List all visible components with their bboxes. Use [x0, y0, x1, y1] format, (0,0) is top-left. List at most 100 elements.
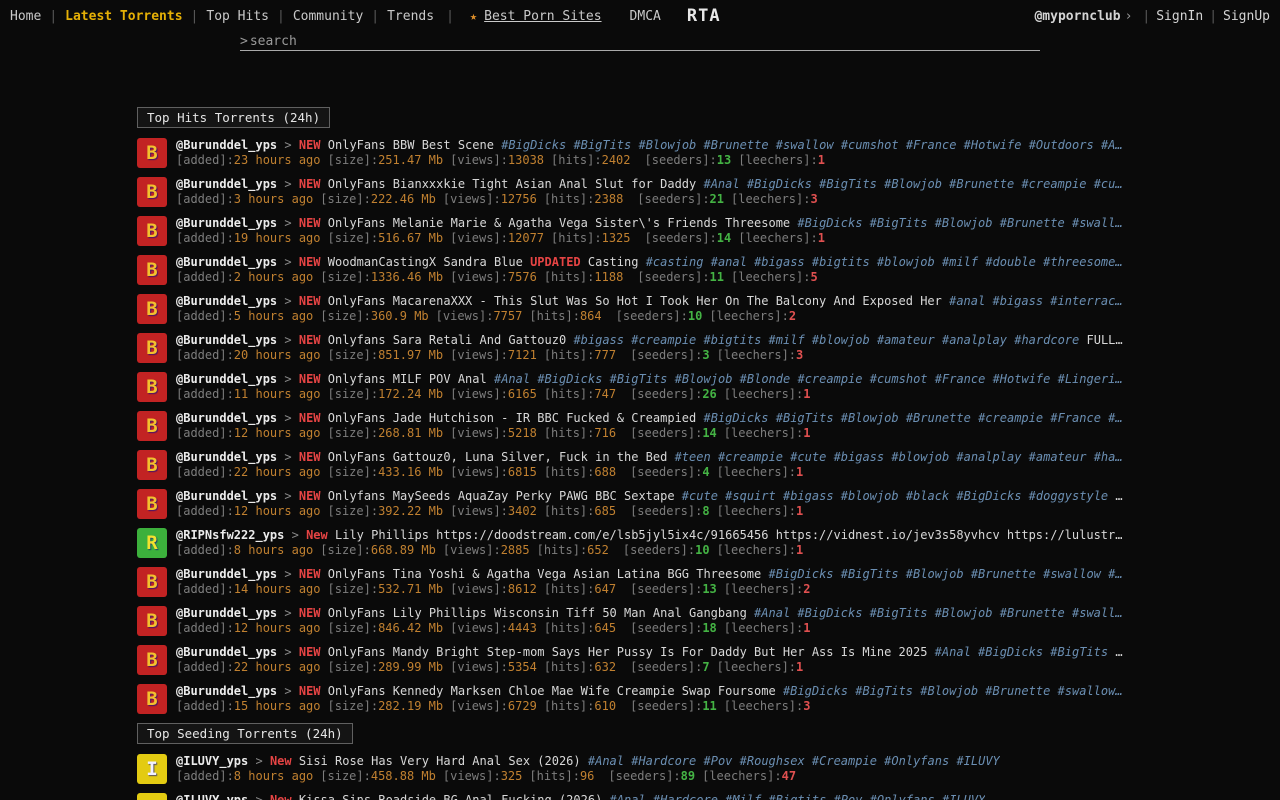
tag-link[interactable]: #analplay — [956, 450, 1021, 464]
uploader-avatar[interactable]: B — [137, 450, 167, 480]
uploader-link[interactable]: @Burunddel_yps — [176, 567, 277, 581]
tag-link[interactable]: #BigDicks — [537, 372, 602, 386]
tag-link[interactable]: #creampie — [631, 333, 696, 347]
tag-link[interactable]: #Blowjob — [935, 606, 993, 620]
tag-link[interactable]: #casting — [646, 255, 704, 269]
uploader-link[interactable]: @Burunddel_yps — [176, 645, 277, 659]
tag-link[interactable]: #swall… — [1072, 606, 1123, 620]
uploader-link[interactable]: @Burunddel_yps — [176, 177, 277, 191]
tag-link[interactable]: #creampie — [797, 372, 862, 386]
tag-link[interactable]: #Blowjob — [920, 684, 978, 698]
tag-link[interactable]: #BigTits — [819, 177, 877, 191]
tag-link[interactable]: #… — [1108, 567, 1122, 581]
tag-link[interactable]: #bigtits — [812, 255, 870, 269]
rta-logo[interactable]: RTA — [687, 6, 721, 26]
tag-link[interactable]: #BigTits — [870, 216, 928, 230]
tag-link[interactable]: #Milf — [725, 793, 761, 800]
tag-link[interactable]: #blowjob — [841, 489, 899, 503]
uploader-link[interactable]: @Burunddel_yps — [176, 372, 277, 386]
torrent-title-link[interactable]: OnlyFans Kennedy Marksen Chloe Mae Wife … — [328, 684, 776, 698]
torrent-title-link[interactable]: Onlyfans MILF POV Anal — [328, 372, 487, 386]
tag-link[interactable]: #Onlyfans — [884, 754, 949, 768]
tag-link[interactable]: #France — [935, 372, 986, 386]
torrent-title-link[interactable]: Onlyfans MaySeeds AquaZay Perky PAWG BBC… — [328, 489, 675, 503]
uploader-link[interactable]: @Burunddel_yps — [176, 138, 277, 152]
uploader-link[interactable]: @Burunddel_yps — [176, 606, 277, 620]
tag-link[interactable]: #… — [1108, 411, 1122, 425]
tag-link[interactable]: #Blowjob — [638, 138, 696, 152]
tag-link[interactable]: #Bigtits — [769, 793, 827, 800]
uploader-avatar[interactable]: I — [137, 793, 167, 800]
tag-link[interactable]: #threesome… — [1043, 255, 1122, 269]
tag-link[interactable]: #cute — [790, 450, 826, 464]
uploader-avatar[interactable]: B — [137, 255, 167, 285]
tag-link[interactable]: #Brunette — [1000, 216, 1065, 230]
tag-link[interactable]: #cumshot — [841, 138, 899, 152]
tag-link[interactable]: #black — [906, 489, 949, 503]
torrent-title-link[interactable]: OnlyFans Gattouz0, Luna Silver, Fuck in … — [328, 450, 668, 464]
tag-link[interactable]: #anal — [949, 294, 985, 308]
tag-link[interactable]: #Pov — [704, 754, 733, 768]
tag-link[interactable]: #blowjob — [891, 450, 949, 464]
torrent-title-link[interactable]: OnlyFans Lily Phillips Wisconsin Tiff 50… — [328, 606, 747, 620]
uploader-avatar[interactable]: B — [137, 294, 167, 324]
tag-link[interactable]: #Brunette — [985, 684, 1050, 698]
uploader-link[interactable]: @Burunddel_yps — [176, 294, 277, 308]
tag-link[interactable]: #Brunette — [971, 567, 1036, 581]
tag-link[interactable]: #Hotwife — [964, 138, 1022, 152]
tag-link[interactable]: #bigass — [754, 255, 805, 269]
tag-link[interactable]: #BigTits — [1050, 645, 1108, 659]
tag-link[interactable]: #Anal — [935, 645, 971, 659]
tag-link[interactable]: #Brunette — [704, 138, 769, 152]
tag-link[interactable]: #BigDicks — [797, 606, 862, 620]
nav-item-latest-torrents[interactable]: Latest Torrents — [41, 9, 182, 24]
torrent-title-link[interactable]: OnlyFans Bianxxxkie Tight Asian Anal Slu… — [328, 177, 696, 191]
uploader-link[interactable]: @Burunddel_yps — [176, 333, 277, 347]
uploader-avatar[interactable]: B — [137, 684, 167, 714]
tag-link[interactable]: #BigDicks — [797, 216, 862, 230]
tag-link[interactable]: #Hotwife — [993, 372, 1051, 386]
tag-link[interactable]: #creampie — [978, 411, 1043, 425]
torrent-title-link[interactable]: Kissa Sins Roadside BG Anal Fucking (202… — [299, 793, 602, 800]
torrent-title-link[interactable]: OnlyFans Tina Yoshi & Agatha Vega Asian … — [328, 567, 761, 581]
tag-link[interactable]: #BigDicks — [747, 177, 812, 191]
tag-link[interactable]: #BigDicks — [703, 411, 768, 425]
uploader-avatar[interactable]: B — [137, 177, 167, 207]
torrent-title-link[interactable]: OnlyFans BBW Best Scene — [328, 138, 494, 152]
tag-link[interactable]: #interrac… — [1050, 294, 1122, 308]
tag-link[interactable]: #Brunette — [949, 177, 1014, 191]
torrent-title-link[interactable]: OnlyFans Jade Hutchison - IR BBC Fucked … — [328, 411, 696, 425]
uploader-avatar[interactable]: B — [137, 333, 167, 363]
tag-link[interactable]: #Lingeri… — [1058, 372, 1123, 386]
uploader-link[interactable]: @Burunddel_yps — [176, 450, 277, 464]
tag-link[interactable]: #blowjob — [812, 333, 870, 347]
torrent-title-link[interactable]: Onlyfans Sara Retali And Gattouz0 — [328, 333, 566, 347]
tag-link[interactable]: #Brunette — [1000, 606, 1065, 620]
tag-link[interactable]: #cumshot — [870, 372, 928, 386]
tag-link[interactable]: #ha… — [1094, 450, 1123, 464]
tag-link[interactable]: #swallow — [776, 138, 834, 152]
tag-link[interactable]: #Roughsex — [740, 754, 805, 768]
tag-link[interactable]: #Onlyfans — [870, 793, 935, 800]
uploader-link[interactable]: @Burunddel_yps — [176, 411, 277, 425]
tag-link[interactable]: #BigDicks — [978, 645, 1043, 659]
search-input[interactable] — [248, 34, 1040, 49]
uploader-link[interactable]: @ILUVY_yps — [176, 793, 248, 800]
uploader-avatar[interactable]: B — [137, 567, 167, 597]
nav-item-home[interactable]: Home — [10, 9, 41, 24]
tag-link[interactable]: #swall… — [1072, 216, 1123, 230]
tag-link[interactable]: #BigTits — [610, 372, 668, 386]
tag-link[interactable]: #teen — [675, 450, 711, 464]
tag-link[interactable]: #BigDicks — [769, 567, 834, 581]
tag-link[interactable]: #bigass — [992, 294, 1043, 308]
torrent-title-link[interactable]: OnlyFans Mandy Bright Step-mom Says Her … — [328, 645, 928, 659]
uploader-avatar[interactable]: B — [137, 216, 167, 246]
tag-link[interactable]: #bigass — [783, 489, 834, 503]
tag-link[interactable]: #BigTits — [776, 411, 834, 425]
tag-link[interactable]: #Blowjob — [935, 216, 993, 230]
tag-link[interactable]: #anal — [711, 255, 747, 269]
uploader-link[interactable]: @Burunddel_yps — [176, 489, 277, 503]
tag-link[interactable]: #Anal — [754, 606, 790, 620]
tag-link[interactable]: #France — [1050, 411, 1101, 425]
tag-link[interactable]: #BigDicks — [501, 138, 566, 152]
